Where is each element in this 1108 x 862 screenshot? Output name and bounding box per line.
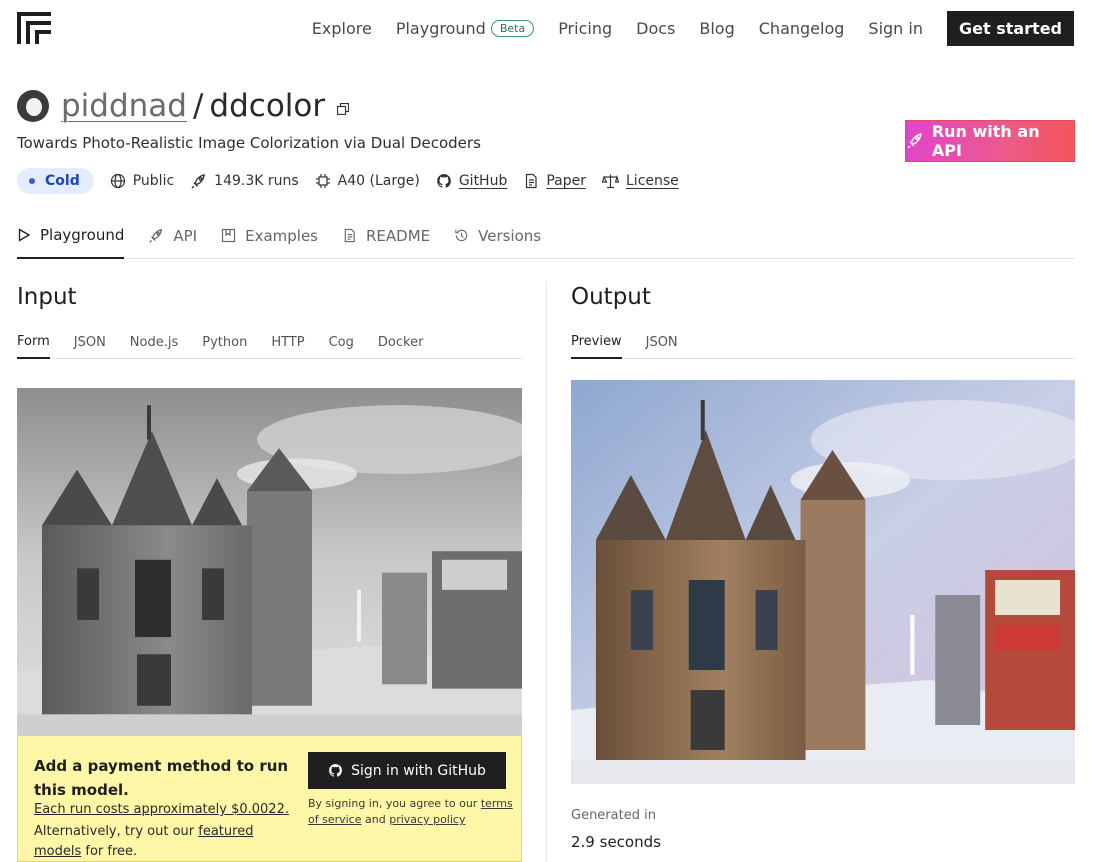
input-image[interactable] [17,388,522,735]
input-title: Input [17,284,77,310]
featured-suffix: for free. [85,844,138,859]
featured-prefix: Alternatively, try out our [34,824,195,839]
visibility-label: Public [132,173,175,189]
output-title: Output [571,284,651,310]
status-label: Cold [45,173,80,189]
generated-label: Generated in [571,808,656,823]
nav-links: Explore Playground Beta Pricing Docs Blo… [288,10,1074,46]
copy-icon[interactable] [337,103,350,115]
sign-in-github-label: Sign in with GitHub [351,762,486,779]
tab-versions[interactable]: Versions [454,213,541,258]
input-tab-docker[interactable]: Docker [378,327,424,359]
paper-link[interactable]: Paper [523,173,586,189]
status-dot-icon [29,178,35,184]
input-tab-nodejs[interactable]: Node.js [130,327,178,359]
model-name: ddcolor [209,88,326,124]
tab-examples-label: Examples [245,226,318,245]
tab-playground-label: Playground [40,226,125,244]
get-started-button[interactable]: Get started [946,10,1074,46]
model-meta: Cold Public 149.3K runs A40 (Large) GitH… [17,167,695,195]
nav-blog[interactable]: Blog [699,19,734,38]
input-tabs: Form JSON Node.js Python HTTP Cog Docker [17,327,522,359]
model-tabs: Playground API Examples README Versions [17,213,1075,259]
github-label: GitHub [458,173,508,189]
bookmark-icon [221,228,236,243]
history-icon [455,229,468,242]
github-icon [436,174,451,188]
privacy-policy-link[interactable]: privacy policy [389,813,465,826]
tab-versions-label: Versions [478,226,542,245]
license-link[interactable]: License [602,173,679,189]
run-cost-link[interactable]: Each run costs approximately $0.0022. [34,802,289,817]
replicate-logo-icon[interactable] [17,12,51,44]
status-badge: Cold [17,168,94,194]
hardware-label: A40 (Large) [337,173,420,189]
nav-changelog[interactable]: Changelog [759,19,845,38]
run-with-api-button[interactable]: Run with an API [905,120,1075,162]
top-nav: Explore Playground Beta Pricing Docs Blo… [0,0,1108,56]
github-link[interactable]: GitHub [436,173,508,189]
output-tab-json[interactable]: JSON [646,327,678,359]
document-icon [526,173,537,189]
input-tab-http[interactable]: HTTP [271,327,304,359]
nav-playground[interactable]: Playground Beta [395,18,535,38]
nav-explore[interactable]: Explore [312,19,372,38]
output-image[interactable] [571,380,1075,784]
play-icon [18,228,31,242]
nav-sign-in[interactable]: Sign in [868,19,923,38]
payment-notice: Add a payment method to run this model. … [17,735,522,862]
model-title: piddnad / ddcolor [17,88,350,124]
nav-pricing[interactable]: Pricing [558,19,612,38]
beta-badge: Beta [490,19,535,37]
rocket-icon [191,173,206,189]
input-tab-form[interactable]: Form [17,327,50,359]
terms-and: and [365,813,386,826]
tab-readme[interactable]: README [342,213,430,258]
run-count: 149.3K runs [190,173,299,190]
tab-readme-label: README [365,226,431,245]
title-separator: / [192,88,204,124]
tab-playground[interactable]: Playground [17,213,125,259]
scale-icon [602,174,619,189]
sign-in-github-button[interactable]: Sign in with GitHub [308,752,506,789]
output-tab-preview[interactable]: Preview [571,327,622,359]
terms-note: By signing in, you agree to our terms of… [308,796,513,828]
owner-avatar[interactable] [17,90,49,122]
run-with-api-label: Run with an API [931,122,1040,160]
chip-icon [315,174,330,188]
input-tab-json[interactable]: JSON [74,327,106,359]
output-tabs: Preview JSON [571,327,1075,359]
run-count-label: 149.3K runs [214,173,299,189]
tab-api-label: API [173,226,198,245]
input-tab-python[interactable]: Python [202,327,247,359]
paper-label: Paper [546,173,586,189]
featured-models-note: Alternatively, try out our featured mode… [34,822,304,862]
github-icon [329,763,343,777]
tab-api[interactable]: API [148,213,197,258]
terms-prefix: By signing in, you agree to our [308,797,478,810]
document-icon [344,228,355,243]
rocket-icon [149,228,163,243]
hardware: A40 (Large) [315,173,420,189]
generated-time: 2.9 seconds [571,833,661,851]
license-label: License [626,173,679,189]
model-description: Towards Photo-Realistic Image Colorizati… [17,134,481,152]
input-tab-cog[interactable]: Cog [329,327,354,359]
visibility: Public [110,173,174,189]
globe-icon [110,173,125,189]
column-divider [546,282,547,862]
tab-examples[interactable]: Examples [221,213,318,258]
payment-title: Add a payment method to run this model. [34,757,289,799]
owner-link[interactable]: piddnad [61,88,187,124]
nav-playground-label: Playground [395,18,486,38]
rocket-icon [907,133,922,149]
nav-docs[interactable]: Docs [636,19,675,38]
